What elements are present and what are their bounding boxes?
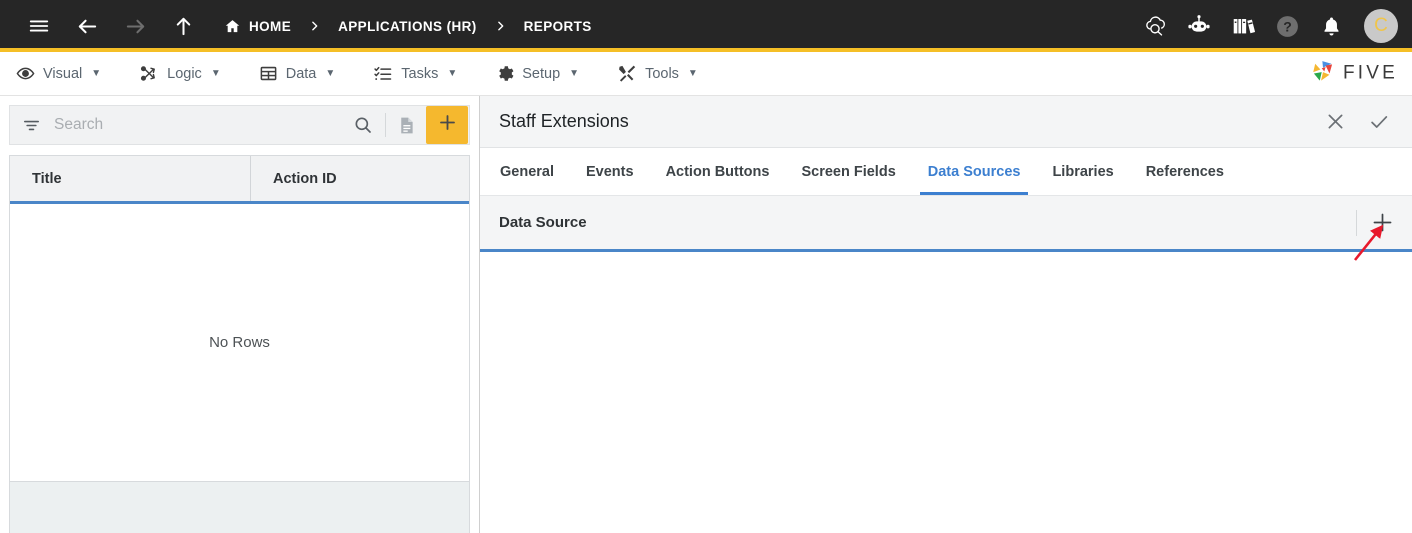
help-icon[interactable]: ? <box>1270 9 1304 43</box>
search-bar <box>9 105 470 145</box>
eye-icon <box>16 64 35 83</box>
gear-icon <box>495 64 514 83</box>
tab-general[interactable]: General <box>484 148 570 195</box>
flow-icon <box>139 64 159 83</box>
chevron-down-icon: ▼ <box>325 68 336 79</box>
breadcrumb-separator <box>308 18 321 34</box>
tab-action-buttons[interactable]: Action Buttons <box>650 148 786 195</box>
tab-events[interactable]: Events <box>570 148 650 195</box>
add-record-button[interactable] <box>426 106 468 144</box>
svg-text:?: ? <box>1283 18 1292 34</box>
grid-footer <box>10 481 469 533</box>
tab-data-sources[interactable]: Data Sources <box>912 148 1037 195</box>
chevron-down-icon: ▼ <box>447 68 458 79</box>
detail-header-actions <box>1325 111 1390 133</box>
menu-item-data[interactable]: Data ▼ <box>259 64 336 83</box>
detail-panel: Staff Extensions General Events Action B… <box>480 96 1412 533</box>
detail-header: Staff Extensions <box>480 96 1412 148</box>
chevron-down-icon: ▼ <box>91 68 102 79</box>
document-icon[interactable] <box>386 105 426 145</box>
main-body: Title Action ID No Rows Staff Extensions <box>0 96 1412 533</box>
five-pinwheel-icon <box>1310 58 1336 89</box>
bell-icon[interactable] <box>1314 9 1348 43</box>
avatar[interactable]: C <box>1364 9 1398 43</box>
grid-header-row: Title Action ID <box>10 156 469 204</box>
breadcrumb-item-home[interactable]: HOME <box>224 18 291 35</box>
menu-item-tools[interactable]: Tools ▼ <box>617 64 698 83</box>
robot-icon[interactable] <box>1182 9 1216 43</box>
chevron-down-icon: ▼ <box>687 68 698 79</box>
menu-label-tasks: Tasks <box>401 65 439 82</box>
close-icon[interactable] <box>1325 111 1346 132</box>
data-source-column-header: Data Source <box>499 214 587 231</box>
up-button[interactable] <box>166 9 200 43</box>
application-window: HOME APPLICATIONS (HR) REPORTS ? C Visua… <box>0 0 1412 533</box>
forward-button[interactable] <box>118 9 152 43</box>
plus-icon <box>437 112 458 138</box>
column-header-title[interactable]: Title <box>10 156 250 201</box>
menu-label-data: Data <box>285 65 317 82</box>
breadcrumb-label-applications: APPLICATIONS (HR) <box>338 18 477 34</box>
brand-logo: FIVE <box>1310 58 1398 89</box>
home-icon <box>224 18 241 35</box>
tools-icon <box>617 64 637 83</box>
section-divider <box>1356 209 1357 236</box>
menu-item-tasks[interactable]: Tasks ▼ <box>373 64 457 83</box>
data-source-add-button[interactable] <box>1371 211 1394 234</box>
tab-libraries[interactable]: Libraries <box>1036 148 1129 195</box>
hamburger-menu-icon[interactable] <box>22 9 56 43</box>
chevron-down-icon: ▼ <box>210 68 221 79</box>
books-icon[interactable] <box>1226 9 1260 43</box>
data-source-list-body <box>480 252 1412 533</box>
breadcrumb-label-home: HOME <box>249 18 292 34</box>
table-icon <box>259 64 278 83</box>
cloud-search-icon[interactable] <box>1138 9 1172 43</box>
checklist-icon <box>373 64 393 83</box>
page-title: Staff Extensions <box>499 111 629 131</box>
search-input[interactable] <box>54 116 341 134</box>
menu-label-visual: Visual <box>43 65 83 82</box>
empty-state-message: No Rows <box>209 334 270 351</box>
top-header-bar: HOME APPLICATIONS (HR) REPORTS ? C <box>0 0 1412 52</box>
detail-tabs: General Events Action Buttons Screen Fie… <box>480 148 1412 196</box>
breadcrumb: HOME APPLICATIONS (HR) REPORTS <box>224 18 592 35</box>
header-actions: ? C <box>1138 9 1398 43</box>
tab-references[interactable]: References <box>1130 148 1240 195</box>
menu-item-logic[interactable]: Logic ▼ <box>139 64 221 83</box>
filter-icon[interactable] <box>22 116 41 135</box>
left-list-panel: Title Action ID No Rows <box>0 96 480 533</box>
tab-screen-fields[interactable]: Screen Fields <box>785 148 911 195</box>
menu-label-tools: Tools <box>645 65 679 82</box>
breadcrumb-label-reports: REPORTS <box>523 18 592 34</box>
brand-name: FIVE <box>1342 62 1398 84</box>
main-menu-bar: Visual ▼ Logic ▼ Data ▼ Tasks ▼ Setup ▼ … <box>0 52 1412 96</box>
chevron-down-icon: ▼ <box>569 68 580 79</box>
breadcrumb-separator <box>494 18 507 34</box>
menu-label-logic: Logic <box>167 65 202 82</box>
records-grid: Title Action ID No Rows <box>9 155 470 533</box>
menu-item-setup[interactable]: Setup ▼ <box>495 64 579 83</box>
menu-item-visual[interactable]: Visual ▼ <box>16 64 101 83</box>
check-icon[interactable] <box>1368 111 1390 133</box>
search-icon[interactable] <box>353 115 373 135</box>
column-header-action-id[interactable]: Action ID <box>250 156 469 201</box>
grid-body: No Rows <box>10 204 469 481</box>
breadcrumb-item-reports[interactable]: REPORTS <box>524 19 592 34</box>
menu-label-setup: Setup <box>522 65 561 82</box>
breadcrumb-item-applications[interactable]: APPLICATIONS (HR) <box>338 19 477 34</box>
data-source-header-row: Data Source <box>480 196 1412 252</box>
back-button[interactable] <box>70 9 104 43</box>
